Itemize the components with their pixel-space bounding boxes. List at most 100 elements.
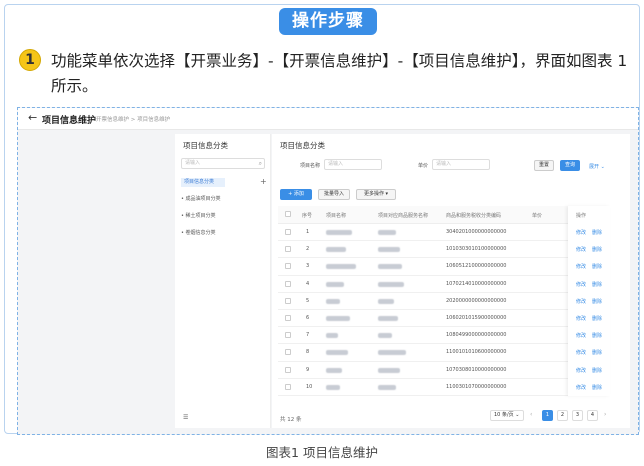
delete-link[interactable]: 删除 bbox=[592, 298, 602, 305]
row-number: 7 bbox=[306, 332, 310, 339]
page-3[interactable]: 3 bbox=[572, 410, 583, 421]
row-checkbox[interactable] bbox=[285, 229, 291, 235]
delete-link[interactable]: 删除 bbox=[592, 349, 602, 356]
category-search-input[interactable]: 请输入 ⌕ bbox=[181, 158, 265, 169]
edit-link[interactable]: 修改 bbox=[576, 229, 586, 236]
row-checkbox[interactable] bbox=[285, 246, 291, 253]
row-checkbox[interactable] bbox=[285, 349, 291, 356]
add-button[interactable]: + 添加 bbox=[280, 189, 312, 200]
row-checkbox[interactable] bbox=[285, 383, 291, 390]
row-checkbox[interactable] bbox=[285, 280, 291, 287]
project-name-input[interactable]: 请输入 bbox=[324, 159, 382, 170]
edit-link[interactable]: 修改 bbox=[576, 367, 586, 374]
table-row: 7 1080499000000000000 bbox=[278, 327, 600, 345]
select-all-checkbox[interactable] bbox=[285, 211, 291, 217]
edit-link[interactable]: 修改 bbox=[576, 246, 586, 253]
category-search-placeholder: 请输入 bbox=[185, 160, 201, 166]
search-icon[interactable]: ⌕ bbox=[259, 159, 262, 168]
row-actions: 修改 删除 bbox=[568, 362, 610, 379]
table-row: 3 1060512100000000000 bbox=[278, 258, 600, 276]
page-1[interactable]: 1 bbox=[542, 410, 553, 421]
edit-link[interactable]: 修改 bbox=[576, 281, 586, 288]
redacted-service bbox=[378, 367, 400, 373]
row-checkbox[interactable] bbox=[285, 332, 291, 339]
redacted-name bbox=[326, 264, 356, 270]
page-size-select[interactable]: 10 条/页 ⌄ bbox=[490, 410, 524, 421]
delete-link[interactable]: 删除 bbox=[592, 263, 602, 270]
col-header-name: 项目名称 bbox=[326, 213, 347, 219]
row-checkbox[interactable] bbox=[285, 263, 291, 270]
category-panel-title: 项目信息分类 bbox=[183, 141, 228, 150]
delete-link[interactable]: 删除 bbox=[592, 315, 602, 322]
col-header-no: 序号 bbox=[302, 213, 313, 219]
price-input[interactable]: 请输入 bbox=[432, 159, 490, 170]
row-checkbox[interactable] bbox=[285, 315, 291, 321]
item-panel-title: 项目信息分类 bbox=[280, 141, 325, 150]
redacted-name bbox=[326, 384, 340, 390]
tax-code: 1100301070000000000 bbox=[446, 383, 507, 390]
redacted-service bbox=[378, 298, 394, 304]
delete-link[interactable]: 删除 bbox=[592, 332, 602, 339]
tax-code: 1100101010600000000 bbox=[446, 349, 507, 356]
row-number: 10 bbox=[306, 383, 313, 390]
reset-button[interactable]: 重置 bbox=[534, 160, 554, 171]
edit-link[interactable]: 修改 bbox=[576, 349, 586, 356]
edit-link[interactable]: 修改 bbox=[576, 384, 586, 391]
category-item[interactable]: • 稀土项目分类 bbox=[181, 212, 216, 219]
edit-link[interactable]: 修改 bbox=[576, 298, 586, 305]
add-category-icon[interactable]: + bbox=[260, 177, 267, 186]
tax-code: 1070308010000000000 bbox=[446, 366, 507, 373]
edit-link[interactable]: 修改 bbox=[576, 263, 586, 270]
table-row: 1 3040201000000000000 bbox=[278, 224, 600, 242]
ui-screenshot: ← 项目信息维护 开票信息维护 > 项目信息维护 项目信息分类 请输入 ⌕ 项目… bbox=[17, 107, 639, 435]
breadcrumb[interactable]: 开票信息维护 > 项目信息维护 bbox=[96, 115, 170, 123]
more-actions-button[interactable]: 更多操作 ▾ bbox=[356, 189, 396, 200]
table-header: 序号 项目名称 项目对应商品服务名称 商品和服务税收分类编码 单价 bbox=[278, 206, 600, 224]
redacted-service bbox=[378, 264, 402, 270]
back-arrow-icon[interactable]: ← bbox=[28, 111, 37, 124]
row-actions: 修改 删除 bbox=[568, 344, 610, 361]
row-number: 3 bbox=[306, 263, 310, 270]
project-name-label: 项目名称 bbox=[300, 163, 321, 169]
prev-page-icon[interactable]: ‹ bbox=[530, 411, 532, 418]
delete-link[interactable]: 删除 bbox=[592, 281, 602, 288]
page-4[interactable]: 4 bbox=[587, 410, 598, 421]
row-checkbox[interactable] bbox=[285, 366, 291, 373]
redacted-service bbox=[378, 333, 392, 339]
delete-link[interactable]: 删除 bbox=[592, 367, 602, 374]
step-instruction: 功能菜单依次选择【开票业务】-【开票信息维护】-【项目信息维护】，界面如图表 1… bbox=[51, 52, 628, 95]
table-row: 6 1060201015900000000 bbox=[278, 310, 600, 328]
tax-code: 1060512100000000000 bbox=[446, 263, 507, 270]
section-badge: 操作步骤 bbox=[279, 8, 377, 35]
row-checkbox[interactable] bbox=[285, 297, 291, 304]
delete-link[interactable]: 删除 bbox=[592, 246, 602, 253]
delete-link[interactable]: 删除 bbox=[592, 384, 602, 391]
redacted-service bbox=[378, 350, 406, 356]
category-item-selected[interactable]: 项目信息分类 bbox=[181, 178, 225, 187]
page-2[interactable]: 2 bbox=[557, 410, 568, 421]
redacted-name bbox=[326, 316, 350, 321]
query-button[interactable]: 查询 bbox=[560, 160, 580, 171]
category-item[interactable]: • 成品油项目分类 bbox=[181, 195, 221, 202]
edit-link[interactable]: 修改 bbox=[576, 315, 586, 322]
batch-import-button[interactable]: 批量导入 bbox=[318, 189, 350, 200]
row-number: 6 bbox=[306, 315, 310, 321]
delete-link[interactable]: 删除 bbox=[592, 229, 602, 236]
row-actions: 修改 删除 bbox=[568, 327, 610, 344]
redacted-service bbox=[378, 316, 398, 321]
edit-link[interactable]: 修改 bbox=[576, 332, 586, 339]
next-page-icon[interactable]: › bbox=[604, 411, 606, 418]
topbar: ← 项目信息维护 开票信息维护 > 项目信息维护 bbox=[18, 108, 638, 130]
menu-icon[interactable]: ☰ bbox=[183, 414, 188, 421]
item-table: 序号 项目名称 项目对应商品服务名称 商品和服务税收分类编码 单价 1 30402… bbox=[278, 206, 610, 397]
category-item[interactable]: • 卷烟信息分类 bbox=[181, 229, 216, 236]
redacted-service bbox=[378, 230, 396, 235]
col-header-operation: 操作 bbox=[576, 213, 587, 219]
redacted-name bbox=[326, 298, 340, 304]
expand-link[interactable]: 展开 ⌄ bbox=[589, 163, 605, 170]
redacted-service bbox=[378, 247, 400, 253]
row-actions: 修改 删除 bbox=[568, 276, 610, 293]
row-actions: 修改 删除 bbox=[568, 258, 610, 275]
tax-code: 1060201015900000000 bbox=[446, 315, 507, 321]
operation-column: 操作 修改 删除 修改 删除 修改 删除 修改 删除 修改 删除 修改 删除 修改 删除 修改 删除 修改 删除修… bbox=[568, 206, 610, 396]
